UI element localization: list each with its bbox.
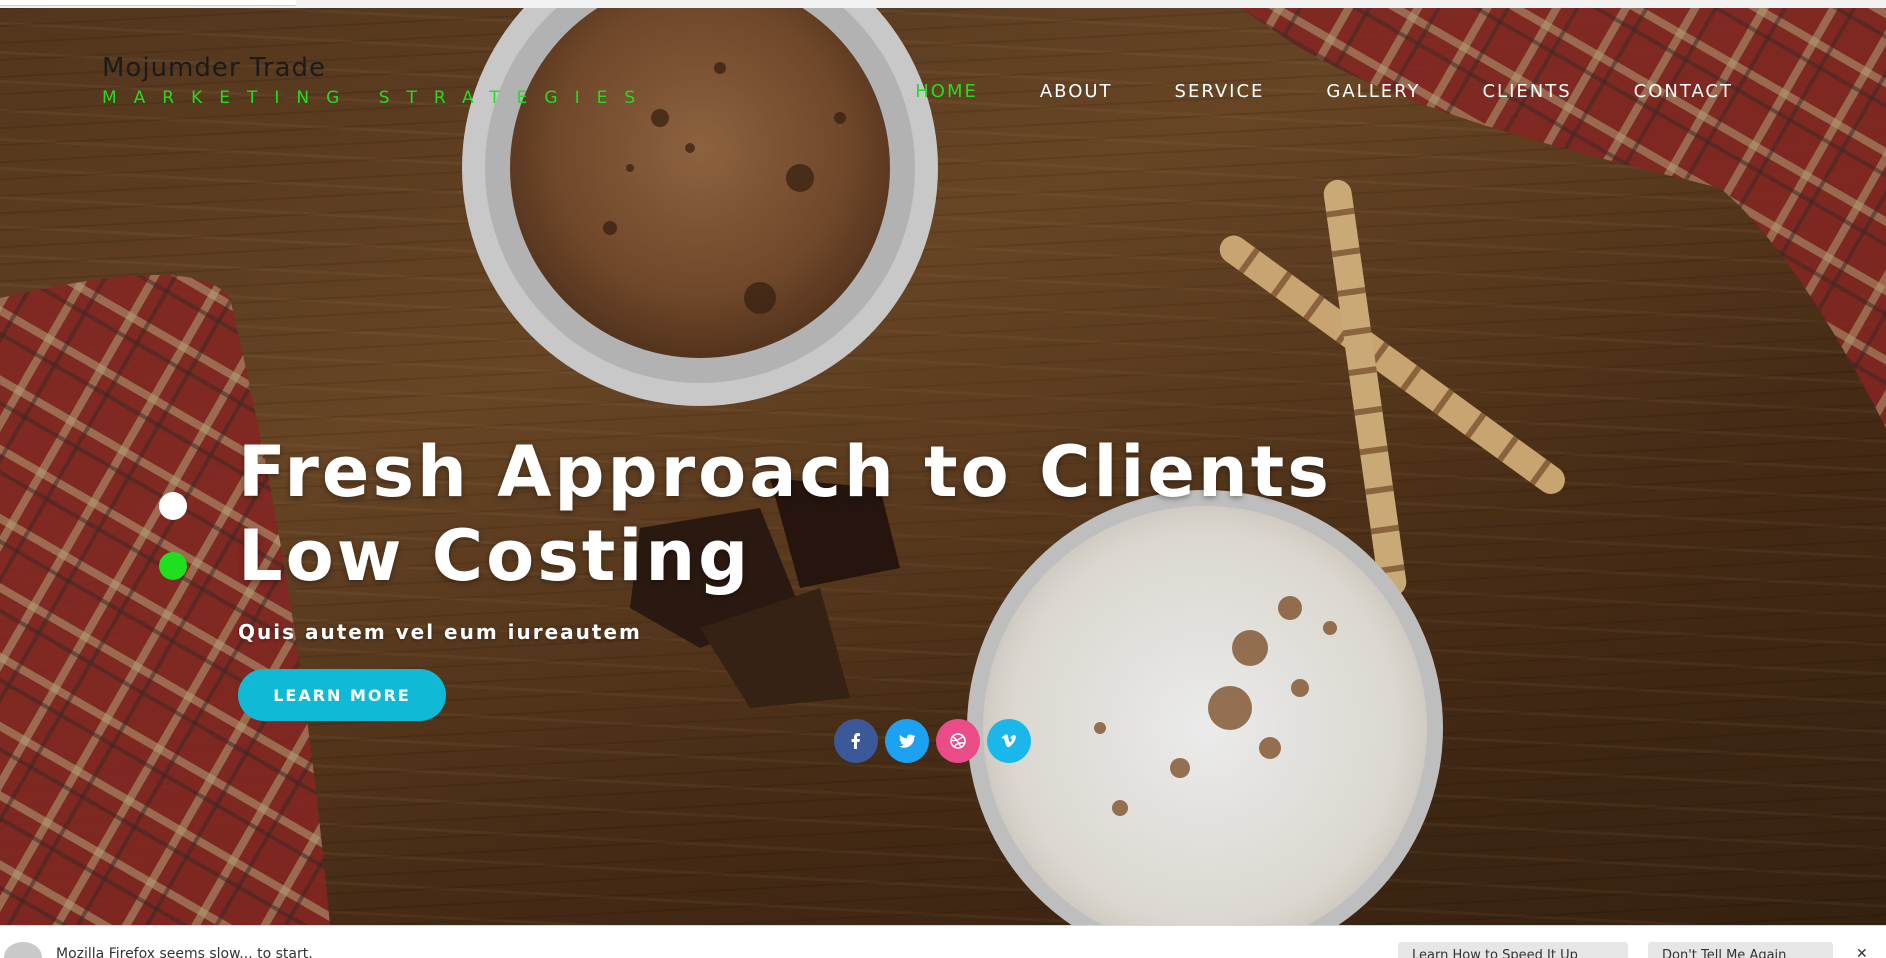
twitter-icon[interactable]	[885, 719, 929, 763]
nav-item-service[interactable]: SERVICE	[1175, 80, 1265, 104]
notification-message: Mozilla Firefox seems slow... to start.	[56, 946, 313, 958]
hero-section: Mojumder Trade MARKETING STRATEGIES HOME…	[0, 8, 1886, 925]
hero-subheadline: Quis autem vel eum iureautem	[238, 620, 642, 644]
learn-more-button[interactable]: LEARN MORE	[238, 669, 446, 721]
dont-tell-again-button[interactable]: Don't Tell Me Again	[1648, 942, 1833, 958]
brand-name: Mojumder Trade	[102, 53, 327, 83]
vimeo-icon[interactable]	[987, 719, 1031, 763]
slider-pagination	[159, 492, 187, 612]
hero-headline: Fresh Approach to Clients Low Costing	[238, 430, 1332, 598]
nav-item-contact[interactable]: CONTACT	[1634, 80, 1733, 104]
slide-dot-2-active[interactable]	[159, 552, 187, 580]
social-links	[834, 719, 1031, 763]
browser-notification-bar: Mozilla Firefox seems slow... to start. …	[0, 925, 1886, 958]
facebook-icon[interactable]	[834, 719, 878, 763]
brand-logo[interactable]: Mojumder Trade MARKETING STRATEGIES	[102, 52, 652, 110]
brand-tagline: MARKETING STRATEGIES	[102, 88, 653, 108]
hero-headline-line-2: Low Costing	[238, 515, 752, 597]
main-nav: HOME ABOUT SERVICE GALLERY CLIENTS CONTA…	[853, 80, 1733, 104]
firefox-icon	[4, 942, 42, 958]
nav-item-clients[interactable]: CLIENTS	[1482, 80, 1571, 104]
nav-item-gallery[interactable]: GALLERY	[1326, 80, 1420, 104]
nav-item-home[interactable]: HOME	[915, 80, 978, 104]
browser-tab-edge	[0, 0, 296, 6]
dribbble-icon[interactable]	[936, 719, 980, 763]
nav-item-about[interactable]: ABOUT	[1040, 80, 1113, 104]
close-icon[interactable]: ✕	[1856, 946, 1868, 958]
speed-up-button[interactable]: Learn How to Speed It Up	[1398, 942, 1628, 958]
slide-dot-1[interactable]	[159, 492, 187, 520]
hero-headline-line-1: Fresh Approach to Clients	[238, 431, 1332, 513]
